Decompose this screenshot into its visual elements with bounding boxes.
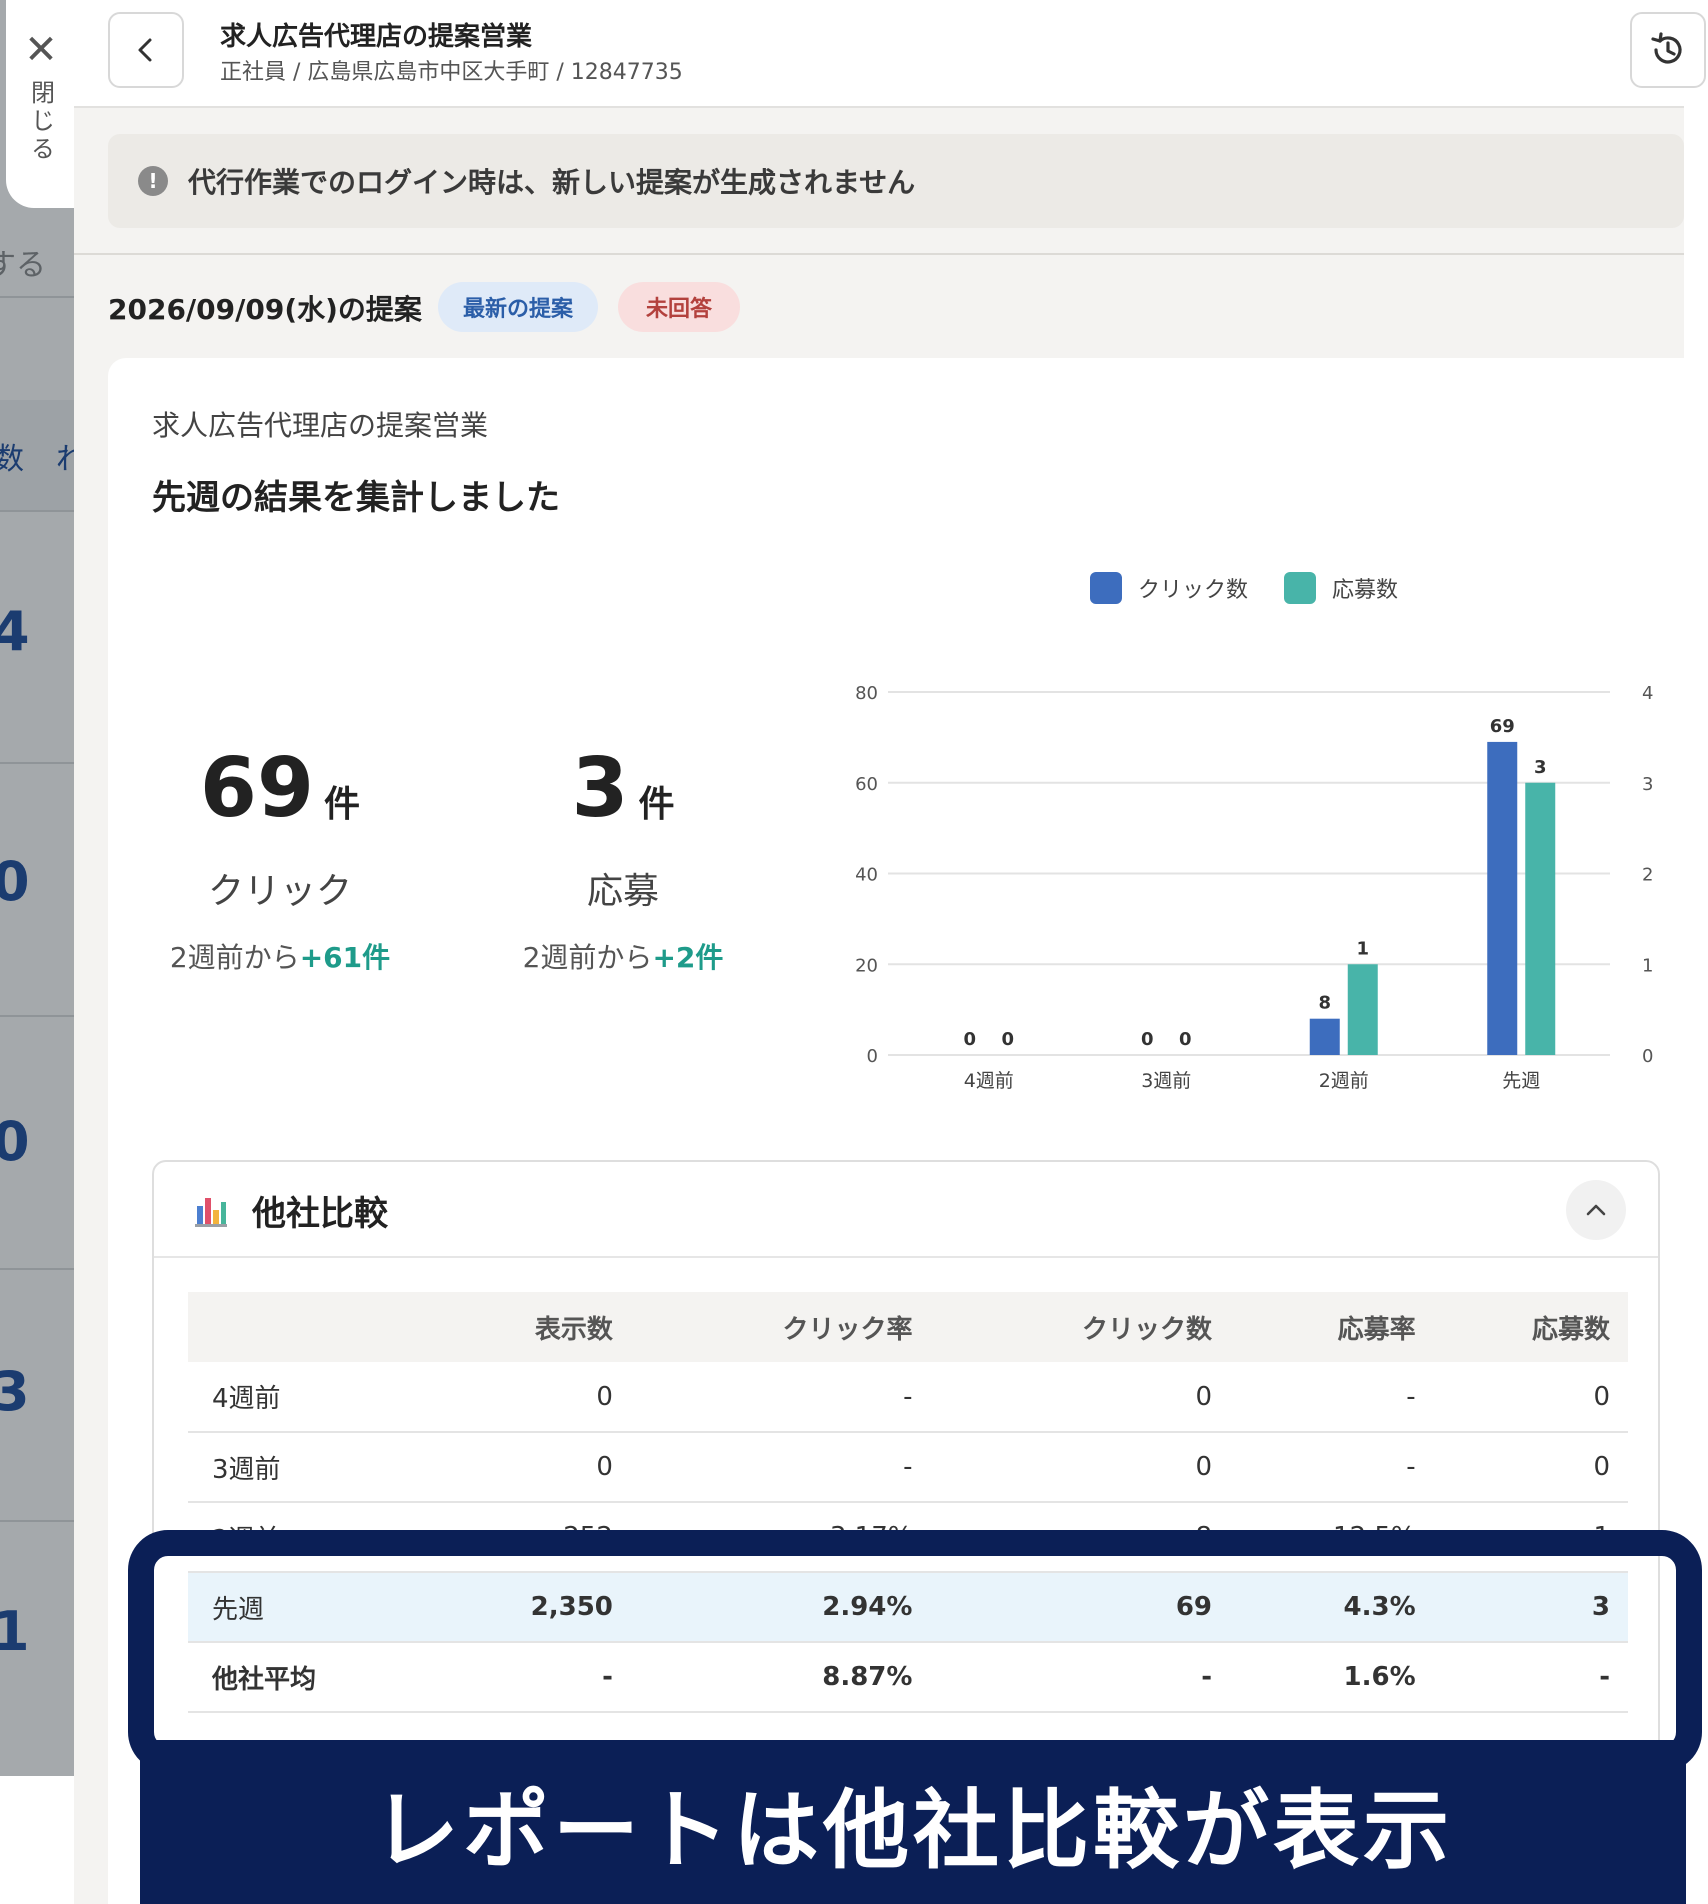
y-axis-left-tick: 20 bbox=[855, 955, 878, 976]
highlight-callout-frame bbox=[128, 1530, 1702, 1772]
background-table-header: 数 れ bbox=[0, 400, 74, 510]
applies-label: 応募 bbox=[586, 871, 659, 912]
table-cell: - bbox=[1230, 1432, 1434, 1503]
close-label: 閉じる bbox=[26, 80, 55, 164]
history-icon bbox=[1651, 32, 1682, 64]
weekly-chart: 0 20 40 60 80 0 1 2 3 4 4週前 0 0 3週前 0 0 2週前 8 1 先週 69 3 bbox=[735, 535, 1675, 1105]
y-axis-left-tick: 0 bbox=[867, 1046, 878, 1067]
table-cell: - bbox=[630, 1362, 931, 1433]
y-axis-right-tick: 4 bbox=[1642, 683, 1653, 704]
page-subtitle: 正社員 / 広島県広島市中区大手町 / 12847735 bbox=[220, 60, 683, 85]
chevron-left-icon bbox=[138, 38, 152, 62]
x-axis-tick: 3週前 bbox=[1141, 1070, 1191, 1092]
data-label-clicks: 8 bbox=[1318, 993, 1331, 1014]
x-axis-tick: 先週 bbox=[1502, 1070, 1540, 1092]
latest-badge: 最新の提案 bbox=[438, 282, 598, 332]
status-badge: 未回答 bbox=[618, 282, 740, 332]
table-cell: - bbox=[1230, 1362, 1434, 1433]
clicks-value: 69 bbox=[199, 741, 315, 836]
data-label-clicks: 69 bbox=[1490, 716, 1515, 737]
y-axis-right-tick: 0 bbox=[1642, 1046, 1653, 1067]
background-page: する 数 れ 4 0 0 3 1 bbox=[0, 0, 74, 1776]
caption-banner: レポートは他社比較が表示 bbox=[140, 1740, 1686, 1904]
column-header: クリック率 bbox=[630, 1292, 931, 1362]
divider bbox=[74, 253, 1684, 255]
background-number: 0 bbox=[0, 1110, 30, 1173]
column-header: 表示数 bbox=[428, 1292, 631, 1362]
table-cell: - bbox=[630, 1432, 931, 1503]
table-cell: 4週前 bbox=[188, 1362, 428, 1433]
y-axis-right-tick: 3 bbox=[1642, 774, 1653, 795]
applies-value: 3 bbox=[571, 741, 629, 836]
bar-clicks bbox=[1487, 741, 1518, 1055]
table-cell: 0 bbox=[428, 1432, 631, 1503]
notice-banner: ! 代行作業でのログイン時は、新しい提案が生成されません bbox=[108, 134, 1684, 228]
applies-diff: 2週前から+2件 bbox=[522, 941, 724, 974]
data-label-clicks: 0 bbox=[963, 1029, 976, 1050]
chart-svg: 0 20 40 60 80 0 1 2 3 4 4週前 0 0 3週前 0 0 2週前 8 1 先週 69 3 bbox=[855, 683, 1653, 1092]
comparison-header[interactable]: 他社比較 bbox=[154, 1162, 1658, 1258]
notice-text: 代行作業でのログイン時は、新しい提案が生成されません bbox=[188, 166, 916, 199]
comparison-title: 他社比較 bbox=[252, 1194, 388, 1234]
table-cell: 0 bbox=[930, 1362, 1231, 1433]
x-axis-tick: 4週前 bbox=[964, 1070, 1014, 1092]
applies-unit: 件 bbox=[638, 784, 675, 825]
column-header: 応募数 bbox=[1433, 1292, 1628, 1362]
column-header: クリック数 bbox=[930, 1292, 1231, 1362]
data-label-applies: 0 bbox=[1179, 1029, 1192, 1050]
table-row: 3週前 0 - 0 - 0 bbox=[188, 1432, 1628, 1503]
applies-stat: 3件 応募 2週前から+2件 bbox=[473, 748, 773, 976]
table-cell: 0 bbox=[1433, 1432, 1628, 1503]
header-bar: 求人広告代理店の提案営業 正社員 / 広島県広島市中区大手町 / 1284773… bbox=[74, 0, 1706, 108]
page-title: 求人広告代理店の提案営業 bbox=[220, 22, 533, 52]
background-number: 0 bbox=[0, 850, 30, 913]
y-axis-left-tick: 40 bbox=[855, 865, 878, 886]
data-label-applies: 0 bbox=[1001, 1029, 1014, 1050]
chevron-up-icon bbox=[1586, 1204, 1606, 1216]
background-number: 3 bbox=[0, 1360, 30, 1423]
y-axis-right-tick: 2 bbox=[1642, 865, 1653, 886]
clicks-stat: 69 件 クリック 2週前から+61件 bbox=[130, 748, 430, 976]
data-label-clicks: 0 bbox=[1141, 1029, 1154, 1050]
column-header: 応募率 bbox=[1230, 1292, 1434, 1362]
bar-chart-icon bbox=[195, 1198, 227, 1227]
back-button[interactable] bbox=[108, 12, 184, 88]
y-axis-left-tick: 60 bbox=[855, 774, 878, 795]
column-header bbox=[188, 1292, 428, 1362]
table-cell: 0 bbox=[930, 1432, 1231, 1503]
table-cell: 0 bbox=[1433, 1362, 1628, 1433]
bar-applies bbox=[1525, 782, 1556, 1055]
table-cell: 3週前 bbox=[188, 1432, 428, 1503]
table-header-row: 表示数 クリック率 クリック数 応募率 応募数 bbox=[188, 1292, 1628, 1362]
clicks-unit: 件 bbox=[324, 784, 361, 825]
y-axis-left-tick: 80 bbox=[855, 683, 878, 704]
bar-clicks bbox=[1309, 1018, 1340, 1055]
background-partial-text: する bbox=[0, 248, 46, 283]
warning-icon: ! bbox=[138, 166, 168, 196]
bar-applies bbox=[1347, 964, 1378, 1055]
background-number: 1 bbox=[0, 1600, 30, 1663]
table-cell: 0 bbox=[428, 1362, 631, 1433]
proposal-date: 2026/09/09(水)の提案 bbox=[108, 293, 422, 326]
table-row: 4週前 0 - 0 - 0 bbox=[188, 1362, 1628, 1433]
close-panel-button[interactable]: ✕ 閉じる bbox=[6, 0, 76, 208]
card-title: 先週の結果を集計しました bbox=[152, 478, 560, 518]
collapse-button[interactable] bbox=[1566, 1180, 1626, 1240]
background-number: 4 bbox=[0, 600, 30, 663]
data-label-applies: 3 bbox=[1534, 757, 1547, 778]
close-icon: ✕ bbox=[24, 27, 58, 73]
clicks-diff: 2週前から+61件 bbox=[169, 941, 391, 974]
data-label-applies: 1 bbox=[1356, 938, 1369, 959]
x-axis-tick: 2週前 bbox=[1319, 1070, 1369, 1092]
y-axis-right-tick: 1 bbox=[1642, 955, 1653, 976]
card-subtitle: 求人広告代理店の提案営業 bbox=[152, 409, 489, 442]
caption-text: レポートは他社比較が表示 bbox=[373, 1780, 1453, 1881]
clicks-label: クリック bbox=[207, 871, 352, 912]
history-button[interactable] bbox=[1630, 12, 1706, 88]
